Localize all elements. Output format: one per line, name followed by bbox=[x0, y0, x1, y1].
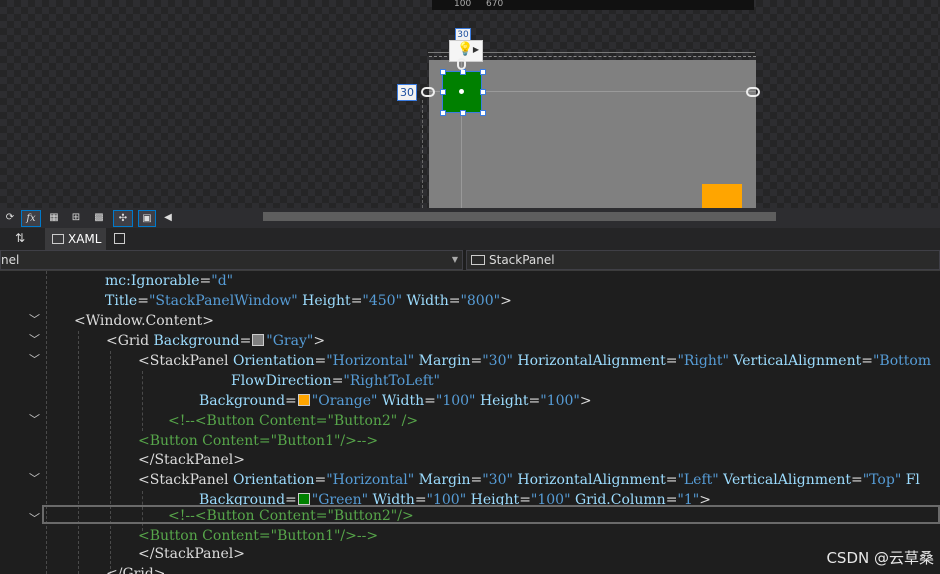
code-line: <StackPanel Orientation="Horizontal" Mar… bbox=[138, 472, 920, 488]
element-scope-dropdown[interactable]: nel ▼ bbox=[0, 250, 463, 270]
refresh-icon[interactable]: ⟳ bbox=[2, 210, 18, 225]
chain-link-icon[interactable] bbox=[746, 87, 760, 97]
indent-guide bbox=[142, 371, 143, 431]
color-swatch[interactable] bbox=[252, 334, 265, 346]
element-scope-value: nel bbox=[1, 253, 20, 267]
fold-chevron-icon[interactable]: ﹀ bbox=[29, 411, 41, 427]
tab-bar: ⇅ XAML bbox=[0, 228, 940, 250]
element-icon bbox=[471, 255, 485, 265]
resize-handle[interactable] bbox=[440, 89, 446, 95]
code-editor[interactable]: ﹀ ﹀ ﹀ ﹀ ﹀ ﹀ mc:Ignorable="d" Title="Stac… bbox=[0, 271, 940, 574]
resize-handle[interactable] bbox=[440, 69, 446, 75]
code-line: Title="StackPanelWindow" Height="450" Wi… bbox=[105, 293, 512, 309]
fx-icon[interactable]: fx bbox=[21, 210, 41, 227]
swap-panes-icon[interactable]: ⇅ bbox=[15, 231, 25, 245]
ruler-value: 100 bbox=[454, 0, 472, 9]
fold-chevron-icon[interactable]: ﹀ bbox=[29, 311, 41, 327]
code-line: </StackPanel> bbox=[138, 546, 245, 562]
member-value: StackPanel bbox=[489, 253, 555, 267]
fold-chevron-icon[interactable]: ﹀ bbox=[29, 351, 41, 367]
designer-toolbar: ⟳ fx ▦ ⊞ ▩ ✣ ▣ ◀ bbox=[0, 208, 940, 228]
horizontal-scrollbar[interactable] bbox=[263, 212, 776, 221]
color-swatch[interactable] bbox=[297, 394, 310, 406]
center-handle[interactable] bbox=[459, 89, 464, 94]
snap-grid-icon[interactable]: ⊞ bbox=[68, 210, 84, 225]
fold-chevron-icon[interactable]: ﹀ bbox=[29, 510, 41, 526]
indent-guide bbox=[46, 271, 47, 574]
color-swatch[interactable] bbox=[297, 493, 310, 505]
chain-link-icon[interactable] bbox=[457, 58, 466, 70]
code-line: <Grid Background= "Gray"> bbox=[106, 333, 326, 349]
code-line: <!--<Button Content="Button2" /> bbox=[168, 413, 419, 429]
margin-left-label: 30 bbox=[397, 84, 417, 101]
resize-handle[interactable] bbox=[460, 110, 466, 116]
orange-stackpanel-preview[interactable] bbox=[702, 184, 742, 208]
checkerboard-icon[interactable]: ▩ bbox=[91, 210, 107, 225]
snap-lines-icon[interactable]: ✣ bbox=[113, 210, 133, 227]
fold-chevron-icon[interactable]: ﹀ bbox=[29, 331, 41, 347]
code-line: <StackPanel Orientation="Horizontal" Mar… bbox=[138, 353, 932, 369]
resize-handle[interactable] bbox=[480, 110, 486, 116]
chevron-right-icon: ▶ bbox=[472, 45, 479, 54]
member-dropdown[interactable]: StackPanel bbox=[466, 250, 940, 270]
scroll-left-icon[interactable]: ◀ bbox=[160, 210, 176, 225]
grid-icon[interactable]: ▦ bbox=[46, 210, 62, 225]
code-line: <Button Content="Button1"/>--> bbox=[138, 528, 379, 544]
left-dimension-line bbox=[422, 100, 424, 208]
fold-chevron-icon[interactable]: ﹀ bbox=[29, 470, 41, 486]
xaml-icon[interactable]: ▣ bbox=[138, 210, 156, 227]
code-line: <Button Content="Button1"/>--> bbox=[138, 433, 379, 449]
resize-handle[interactable] bbox=[440, 110, 446, 116]
code-line: FlowDirection="RightToLeft" bbox=[231, 373, 440, 389]
designer-surface[interactable]: 100 670 30 30 💡 ▶ bbox=[0, 0, 940, 208]
code-line: </Grid> bbox=[106, 566, 166, 574]
ruler-value: 670 bbox=[486, 0, 504, 9]
popout-icon[interactable] bbox=[114, 233, 125, 244]
chevron-down-icon: ▼ bbox=[451, 255, 458, 264]
indent-guide bbox=[78, 331, 79, 574]
chain-link-icon[interactable] bbox=[421, 87, 435, 97]
tab-xaml[interactable]: XAML bbox=[45, 228, 106, 250]
resize-handle[interactable] bbox=[480, 69, 486, 75]
watermark: CSDN @云草桑 bbox=[826, 549, 934, 567]
indent-guide bbox=[110, 351, 111, 574]
code-line: Background= "Orange" Width="100" Height="… bbox=[199, 393, 592, 409]
ruler: 100 670 bbox=[432, 0, 754, 10]
lightbulb-icon: 💡 bbox=[457, 42, 474, 57]
navigation-bar: nel ▼ StackPanel bbox=[0, 250, 940, 271]
code-line: <Window.Content> bbox=[74, 313, 214, 329]
xaml-file-icon bbox=[52, 234, 64, 244]
code-line: </StackPanel> bbox=[138, 452, 245, 468]
code-line: mc:Ignorable="d" bbox=[105, 273, 234, 289]
code-line: <!--<Button Content="Button2"/> bbox=[168, 508, 414, 524]
resize-handle[interactable] bbox=[480, 89, 486, 95]
tab-xaml-label: XAML bbox=[68, 232, 102, 246]
quick-actions-button[interactable]: 💡 ▶ bbox=[449, 40, 483, 62]
